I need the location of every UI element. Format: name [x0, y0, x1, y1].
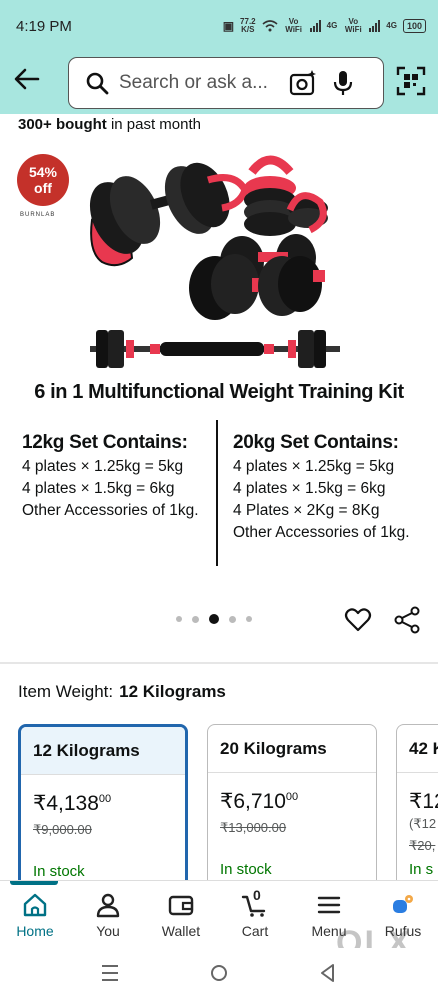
share-icon[interactable]: [393, 606, 421, 634]
discount-badge: 54% off: [17, 154, 69, 206]
rufus-icon: [393, 895, 413, 913]
nav-wallet[interactable]: Wallet: [146, 891, 216, 939]
nav-label: You: [96, 923, 120, 939]
signal-icon-2: [369, 20, 381, 32]
net2-gen: 4G: [386, 21, 397, 30]
variant-price-paise: 00: [285, 791, 299, 803]
carousel-dot[interactable]: [176, 616, 182, 622]
variant-card-42kg[interactable]: 42 K ₹12 (₹12 ₹20, In s: [396, 724, 438, 894]
variant-price: ₹4,13800: [33, 791, 185, 816]
variant-stock: In stock: [33, 863, 85, 880]
back-arrow-icon[interactable]: [12, 64, 42, 94]
bought-count-value: 300+ bought: [18, 116, 107, 133]
carousel-dot[interactable]: [229, 615, 236, 623]
set-line: 4 plates × 1.25kg = 5kg: [22, 458, 184, 475]
net-speed-unit: K/S: [241, 25, 255, 34]
status-icons: ▣ 77.2 K/S Vo WiFi 4G Vo WiFi 4G 100: [223, 18, 426, 34]
battery-icon: 100: [402, 19, 426, 33]
kit-title: 6 in 1 Multifunctional Weight Training K…: [34, 381, 404, 403]
set-20kg: 20kg Set Contains: 4 plates × 1.25kg = 5…: [233, 432, 410, 544]
variant-mrp: ₹9,000.00: [33, 822, 92, 837]
signal-icon: [309, 20, 321, 32]
net1-label: Vo WiFi: [285, 17, 303, 34]
variant-price-paise: 00: [98, 793, 112, 805]
recents-icon[interactable]: [98, 962, 122, 984]
qr-scanner-icon[interactable]: [396, 66, 426, 96]
variant-mrp: ₹13,000.00: [220, 820, 287, 835]
dumbbell-pair-illustration: [189, 234, 325, 320]
kettlebell-stack-illustration: [244, 155, 328, 236]
nav-cart[interactable]: 0 Cart: [220, 887, 290, 939]
nav-label: Wallet: [161, 923, 201, 939]
discount-value: 54%: [28, 164, 58, 180]
person-icon: [96, 893, 120, 918]
set-divider: [216, 420, 218, 566]
wifi-icon: [262, 20, 278, 32]
variant-unit-price: (₹12: [409, 816, 437, 831]
menu-icon: [317, 896, 341, 914]
variant-mrp: ₹20,: [409, 838, 436, 853]
search-icon[interactable]: [85, 71, 109, 95]
variant-card-20kg[interactable]: 20 Kilograms ₹6,71000 ₹13,000.00 In stoc…: [207, 724, 377, 894]
discount-label: off: [34, 180, 52, 196]
carousel-dots[interactable]: [176, 614, 252, 624]
net1-gen: 4G: [326, 21, 338, 30]
search-input[interactable]: [119, 72, 279, 94]
variant-name: 12 Kilograms: [21, 727, 185, 775]
home-button-icon[interactable]: [207, 962, 231, 984]
notification-icon: ▣: [222, 19, 235, 33]
bought-count: 300+ bought in past month: [18, 116, 201, 133]
nav-label: Home: [16, 923, 54, 939]
variant-price-value: ₹6,710: [220, 790, 286, 813]
net-speed: 77.2 K/S: [240, 18, 256, 34]
set-line: Other Accessories of 1kg.: [22, 502, 199, 519]
barbell-illustration: [90, 330, 340, 368]
carousel-dot[interactable]: [192, 615, 199, 623]
variant-price-value: ₹12: [409, 790, 438, 813]
section-divider: [0, 662, 438, 664]
system-nav-bar: [0, 948, 438, 998]
nav-home[interactable]: Home: [0, 891, 70, 939]
home-icon: [23, 893, 47, 917]
cart-badge: 0: [253, 887, 261, 903]
item-weight-row: Item Weight: 12 Kilograms: [18, 682, 226, 702]
camera-search-icon[interactable]: [289, 69, 317, 97]
set-line: 4 plates × 1.5kg = 6kg: [22, 480, 175, 497]
nav-active-indicator: [10, 881, 58, 885]
variant-stock: In s: [409, 861, 434, 878]
status-time: 4:19 PM: [16, 17, 72, 35]
carousel-dot[interactable]: [246, 616, 252, 622]
variant-card-12kg[interactable]: 12 Kilograms ₹4,13800 ₹9,000.00 In stock: [18, 724, 188, 894]
back-button-icon[interactable]: [316, 962, 340, 984]
variant-price-value: ₹4,138: [33, 792, 99, 815]
brand-logo: BURNLAB: [20, 212, 56, 218]
item-weight-value: 12 Kilograms: [119, 682, 226, 701]
microphone-icon[interactable]: [331, 70, 355, 96]
variant-price: ₹12: [409, 789, 438, 814]
set-heading: 12kg Set Contains:: [22, 432, 188, 453]
net2-label: Vo WiFi: [344, 17, 362, 34]
carousel-dot-active[interactable]: [209, 614, 219, 624]
variant-name: 20 Kilograms: [208, 725, 376, 773]
set-heading: 20kg Set Contains:: [233, 432, 399, 453]
set-line: Other Accessories of 1kg.: [233, 524, 410, 541]
dumbbell-kettlebell-illustration: [89, 162, 249, 267]
variant-price: ₹6,71000: [220, 789, 376, 814]
set-12kg: 12kg Set Contains: 4 plates × 1.25kg = 5…: [22, 432, 199, 522]
wallet-icon: [168, 895, 194, 916]
set-line: 4 plates × 1.25kg = 5kg: [233, 458, 395, 475]
set-line: 4 Plates × 2Kg = 8Kg: [233, 502, 380, 519]
variant-stock: In stock: [220, 861, 272, 878]
status-bar: 4:19 PM ▣ 77.2 K/S Vo WiFi 4G Vo WiFi 4G …: [0, 0, 438, 52]
search-bar[interactable]: [68, 57, 384, 109]
set-line: 4 plates × 1.5kg = 6kg: [233, 480, 386, 497]
bought-count-suffix: in past month: [110, 116, 201, 133]
nav-you[interactable]: You: [73, 891, 143, 939]
heart-icon[interactable]: [344, 606, 372, 634]
variant-name: 42 K: [397, 725, 438, 773]
nav-label: Cart: [241, 923, 269, 939]
item-weight-label: Item Weight:: [18, 682, 114, 701]
app-header: [0, 52, 438, 114]
